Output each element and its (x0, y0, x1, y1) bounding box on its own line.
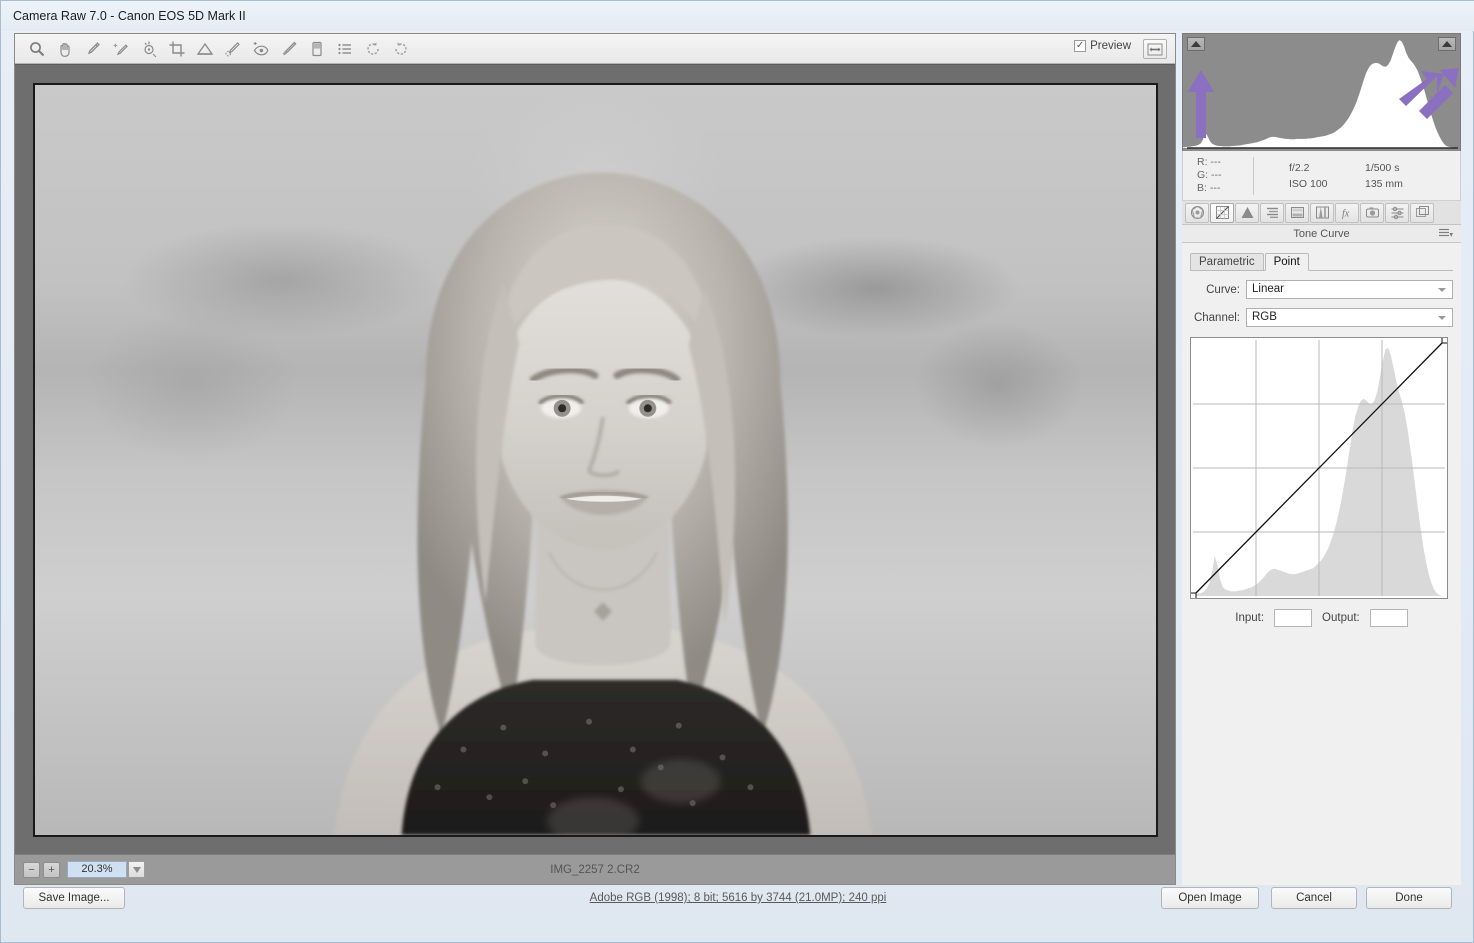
panel-tab-camera-calibration[interactable] (1360, 202, 1384, 223)
straighten-tool-icon[interactable] (191, 37, 219, 61)
zoom-bar: − + 20.3% IMG_2257 2.CR2 (15, 854, 1175, 884)
panel-tab-split-toning[interactable] (1285, 202, 1309, 223)
window-title: Camera Raw 7.0 - Canon EOS 5D Mark II (13, 9, 246, 23)
fullscreen-toggle-icon[interactable] (1143, 39, 1167, 59)
panel-tab-tone-curve[interactable] (1210, 202, 1234, 223)
zoom-level-dropdown-icon[interactable] (128, 861, 145, 878)
input-field[interactable] (1274, 609, 1313, 627)
panel-tab-presets[interactable] (1385, 202, 1409, 223)
shadow-clipping-warning-icon[interactable] (1187, 37, 1205, 51)
done-button[interactable]: Done (1366, 887, 1452, 909)
exif-readout: R: --- G: --- B: --- f/2.2 1/500 s ISO 1… (1182, 151, 1461, 201)
channel-label: Channel: (1193, 311, 1240, 324)
tone-curve-graph[interactable] (1189, 336, 1449, 600)
open-preferences-tool-icon[interactable] (331, 37, 359, 61)
preview-filename: IMG_2257 2.CR2 (550, 863, 640, 876)
panel-tab-lens-corrections[interactable] (1310, 202, 1334, 223)
hand-tool-icon[interactable] (51, 37, 79, 61)
panel-tab-bar: fx (1182, 201, 1461, 225)
crop-tool-icon[interactable] (163, 37, 191, 61)
tool-bar: ✓ Preview (15, 34, 1175, 64)
white-balance-tool-icon[interactable] (79, 37, 107, 61)
rgb-r-value: --- (1210, 156, 1221, 168)
graduated-filter-tool-icon[interactable] (303, 37, 331, 61)
rgb-readout: R: --- G: --- B: --- (1183, 156, 1253, 195)
chevron-down-icon (1438, 316, 1446, 320)
panel-tab-snapshots[interactable] (1410, 202, 1434, 223)
rgb-g-value: --- (1211, 169, 1222, 181)
spot-removal-tool-icon[interactable] (219, 37, 247, 61)
exif-values: f/2.2 1/500 s ISO 100 135 mm (1254, 160, 1460, 192)
exif-focal-length: 135 mm (1365, 177, 1403, 190)
rgb-g-label: G: (1197, 169, 1209, 181)
cancel-button[interactable]: Cancel (1271, 887, 1357, 909)
input-output-row: Input: Output: (1182, 609, 1461, 627)
tone-curve-plot[interactable] (1189, 336, 1449, 600)
zoom-tool-icon[interactable] (23, 37, 51, 61)
rgb-r-label: R: (1197, 156, 1208, 168)
preview-toggle[interactable]: ✓ Preview (1074, 40, 1131, 52)
zoom-in-button[interactable]: + (43, 861, 60, 878)
panel-tab-detail[interactable] (1235, 202, 1259, 223)
image-stage[interactable] (15, 65, 1175, 855)
output-label: Output: (1322, 612, 1360, 624)
tone-curve-tab-bar: Parametric Point (1190, 251, 1453, 271)
adjustments-pane: R: --- G: --- B: --- f/2.2 1/500 s ISO 1… (1182, 33, 1462, 885)
panel-tab-effects[interactable]: fx (1335, 202, 1359, 223)
rotate-counterclockwise-tool-icon[interactable] (359, 37, 387, 61)
curve-preset-row: Curve: Linear (1190, 280, 1453, 299)
bottom-bar: Save Image... Adobe RGB (1998); 8 bit; 5… (1, 884, 1474, 942)
curve-select[interactable]: Linear (1246, 280, 1453, 299)
panel-title-text: Tone Curve (1293, 227, 1350, 240)
rgb-b-label: B: (1197, 182, 1207, 194)
adjustment-brush-tool-icon[interactable] (275, 37, 303, 61)
panel-tab-basic[interactable] (1185, 202, 1209, 223)
photo-subject (333, 172, 872, 835)
zoom-level-field[interactable]: 20.3% (67, 861, 127, 878)
rotate-clockwise-tool-icon[interactable] (387, 37, 415, 61)
exif-iso: ISO 100 (1289, 177, 1328, 190)
channel-select-value: RGB (1252, 311, 1277, 323)
highlight-clipping-warning-icon[interactable] (1438, 37, 1456, 51)
preview-pane: ✓ Preview − + 20.3% IMG_2257 2.CR2 (14, 33, 1176, 885)
exif-aperture: f/2.2 (1289, 161, 1310, 174)
tab-parametric[interactable]: Parametric (1190, 253, 1264, 270)
input-label: Input: (1235, 612, 1265, 624)
curve-select-value: Linear (1252, 283, 1284, 295)
chevron-down-icon (1438, 288, 1446, 292)
preview-label: Preview (1090, 40, 1131, 52)
panel-menu-icon[interactable] (1439, 228, 1453, 241)
tab-point[interactable]: Point (1264, 253, 1309, 271)
panel-title-bar: Tone Curve (1182, 225, 1461, 243)
svg-text:fx: fx (1342, 209, 1350, 220)
red-eye-removal-tool-icon[interactable] (247, 37, 275, 61)
color-sampler-tool-icon[interactable] (107, 37, 135, 61)
channel-row: Channel: RGB (1190, 308, 1453, 327)
curve-label: Curve: (1206, 283, 1240, 296)
histogram-plot (1183, 40, 1462, 149)
histogram[interactable] (1182, 33, 1462, 151)
preview-checkbox[interactable]: ✓ (1074, 40, 1087, 52)
open-image-button[interactable]: Open Image (1161, 887, 1259, 909)
camera-raw-window: Camera Raw 7.0 - Canon EOS 5D Mark II ✓ … (0, 0, 1474, 943)
exif-shutter: 1/500 s (1365, 161, 1400, 174)
zoom-out-button[interactable]: − (23, 861, 40, 878)
photo-frame (32, 83, 1158, 837)
panel-tab-hsl-grayscale[interactable] (1260, 202, 1284, 223)
rgb-b-value: --- (1209, 182, 1221, 194)
channel-select[interactable]: RGB (1246, 308, 1453, 327)
targeted-adjustment-tool-icon[interactable] (135, 37, 163, 61)
title-bar: Camera Raw 7.0 - Canon EOS 5D Mark II (1, 1, 1474, 31)
output-field[interactable] (1369, 609, 1408, 627)
